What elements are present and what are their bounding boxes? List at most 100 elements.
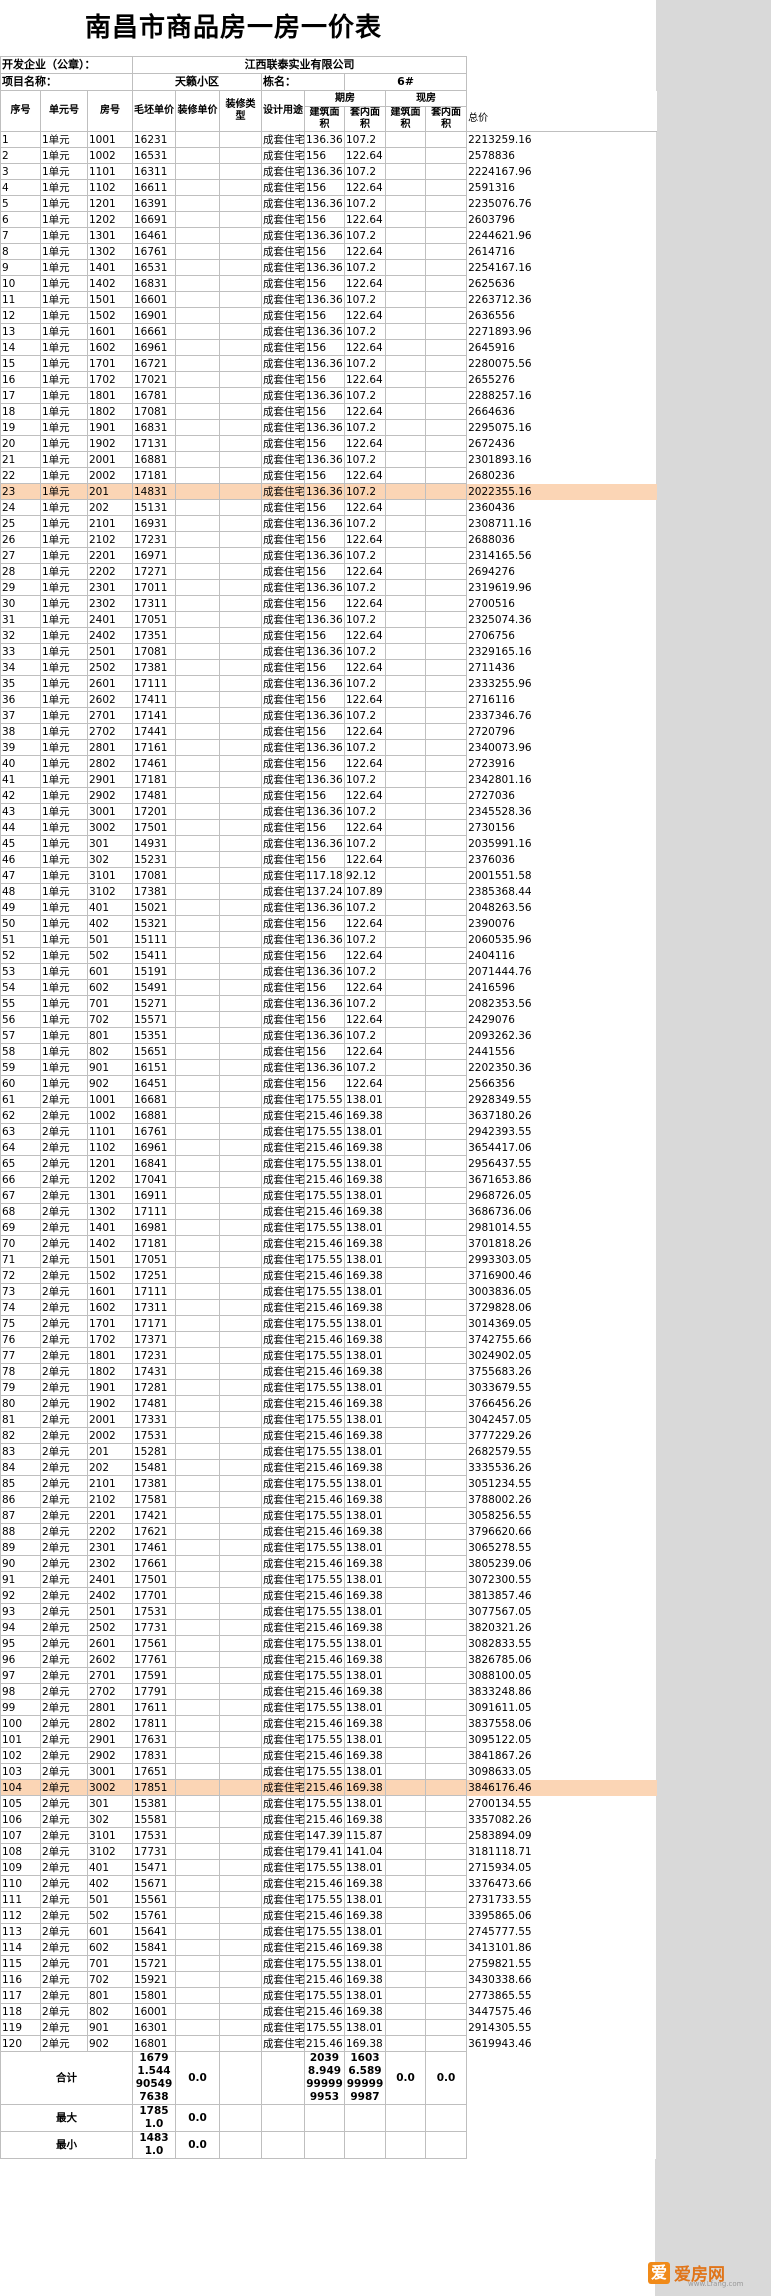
row-deco-type — [219, 371, 262, 388]
row-seq: 35 — [0, 675, 41, 692]
row-existing-inner — [424, 675, 468, 692]
row-usage: 成套住宅 — [261, 883, 305, 900]
row-usage: 成套住宅 — [261, 1987, 305, 2004]
row-deco-price — [175, 259, 220, 276]
row-deco-price — [175, 483, 220, 500]
row-unit: 2单元 — [40, 1187, 88, 1204]
row-unit: 2单元 — [40, 1667, 88, 1684]
row-deco-price — [175, 1539, 220, 1556]
row-total-price: 3788002.26 — [466, 1491, 657, 1508]
row-built-area: 175.55 — [304, 1347, 345, 1364]
row-usage: 成套住宅 — [261, 1443, 305, 1460]
row-unit: 1单元 — [40, 243, 88, 260]
row-total-price: 2603796 — [466, 211, 657, 228]
row-total-price: 3796620.66 — [466, 1523, 657, 1540]
row-built-area: 215.46 — [304, 1875, 345, 1892]
row-inner-area: 122.64 — [344, 147, 386, 164]
row-room: 2601 — [87, 1635, 133, 1652]
row-deco-type — [219, 595, 262, 612]
row-usage: 成套住宅 — [261, 1507, 305, 1524]
row-built-area: 215.46 — [304, 1779, 345, 1796]
row-unit: 2单元 — [40, 1763, 88, 1780]
table-row: 54 1单元 602 15491 成套住宅 156 122.64 2416596 — [0, 979, 657, 996]
table-row: 4 1单元 1102 16611 成套住宅 156 122.64 2591316 — [0, 179, 657, 196]
row-seq: 103 — [0, 1763, 41, 1780]
row-seq: 115 — [0, 1955, 41, 1972]
row-inner-area: 138.01 — [344, 1699, 386, 1716]
row-deco-type — [219, 1331, 262, 1348]
row-seq: 26 — [0, 531, 41, 548]
row-room: 1102 — [87, 1139, 133, 1156]
row-existing-inner — [424, 1539, 468, 1556]
row-existing-inner — [424, 1683, 468, 1700]
row-existing-inner — [424, 387, 468, 404]
row-deco-type — [219, 867, 262, 884]
row-seq: 80 — [0, 1395, 41, 1412]
row-unit: 2单元 — [40, 1219, 88, 1236]
header-presale-inner: 套内面积 — [344, 106, 386, 132]
table-row: 19 1单元 1901 16831 成套住宅 136.36 107.2 2295075.16 — [0, 419, 657, 436]
row-rough-price: 16781 — [132, 387, 176, 404]
table-row: 91 2单元 2401 17501 成套住宅 175.55 138.01 3072300.55 — [0, 1571, 657, 1588]
row-deco-type — [219, 1139, 262, 1156]
row-room: 2302 — [87, 595, 133, 612]
row-seq: 18 — [0, 403, 41, 420]
row-room: 501 — [87, 1891, 133, 1908]
row-seq: 39 — [0, 739, 41, 756]
row-deco-price — [175, 339, 220, 356]
row-seq: 74 — [0, 1299, 41, 1316]
row-built-area: 156 — [304, 1043, 345, 1060]
row-total-price: 2700134.55 — [466, 1795, 657, 1812]
row-usage: 成套住宅 — [261, 579, 305, 596]
summary-total-existing-built: 0.0 — [385, 2051, 426, 2105]
row-existing-built — [385, 275, 426, 292]
row-room: 901 — [87, 1059, 133, 1076]
row-existing-built — [385, 1811, 426, 1828]
row-existing-built — [385, 1971, 426, 1988]
table-row: 1 1单元 1001 16231 成套住宅 136.36 107.2 2213259.16 — [0, 131, 657, 148]
row-rough-price: 17171 — [132, 1315, 176, 1332]
table-row: 31 1单元 2401 17051 成套住宅 136.36 107.2 2325074.36 — [0, 611, 657, 628]
row-room: 3101 — [87, 867, 133, 884]
row-existing-inner — [424, 899, 468, 916]
row-unit: 2单元 — [40, 1427, 88, 1444]
row-existing-inner — [424, 1603, 468, 1620]
row-total-price: 3826785.06 — [466, 1651, 657, 1668]
row-deco-type — [219, 1459, 262, 1476]
row-total-price: 3833248.86 — [466, 1683, 657, 1700]
row-seq: 47 — [0, 867, 41, 884]
row-built-area: 136.36 — [304, 643, 345, 660]
row-unit: 1单元 — [40, 387, 88, 404]
row-inner-area: 138.01 — [344, 1923, 386, 1940]
row-inner-area: 169.38 — [344, 1139, 386, 1156]
header-total: 总价 — [466, 106, 657, 132]
sheet-margin-area — [655, 0, 771, 2296]
row-seq: 42 — [0, 787, 41, 804]
header-room: 房号 — [87, 90, 133, 132]
row-inner-area: 138.01 — [344, 1603, 386, 1620]
row-deco-price — [175, 659, 220, 676]
row-built-area: 175.55 — [304, 1603, 345, 1620]
row-rough-price: 16931 — [132, 515, 176, 532]
row-rough-price: 15761 — [132, 1907, 176, 1924]
row-usage: 成套住宅 — [261, 1843, 305, 1860]
row-deco-type — [219, 771, 262, 788]
row-deco-price — [175, 1027, 220, 1044]
row-existing-inner — [424, 499, 468, 516]
table-row: 53 1单元 601 15191 成套住宅 136.36 107.2 2071444.76 — [0, 963, 657, 980]
row-deco-type — [219, 1987, 262, 2004]
row-unit: 2单元 — [40, 1507, 88, 1524]
row-seq: 27 — [0, 547, 41, 564]
row-usage: 成套住宅 — [261, 1059, 305, 1076]
row-usage: 成套住宅 — [261, 1411, 305, 1428]
row-total-price: 3686736.06 — [466, 1203, 657, 1220]
row-unit: 1单元 — [40, 1043, 88, 1060]
summary-min-inner — [344, 2131, 386, 2159]
row-usage: 成套住宅 — [261, 1955, 305, 1972]
row-rough-price: 17811 — [132, 1715, 176, 1732]
row-unit: 2单元 — [40, 1491, 88, 1508]
house-logo-icon: 爱 — [648, 2262, 670, 2284]
row-existing-inner — [424, 1475, 468, 1492]
row-total-price: 2376036 — [466, 851, 657, 868]
row-existing-built — [385, 483, 426, 500]
